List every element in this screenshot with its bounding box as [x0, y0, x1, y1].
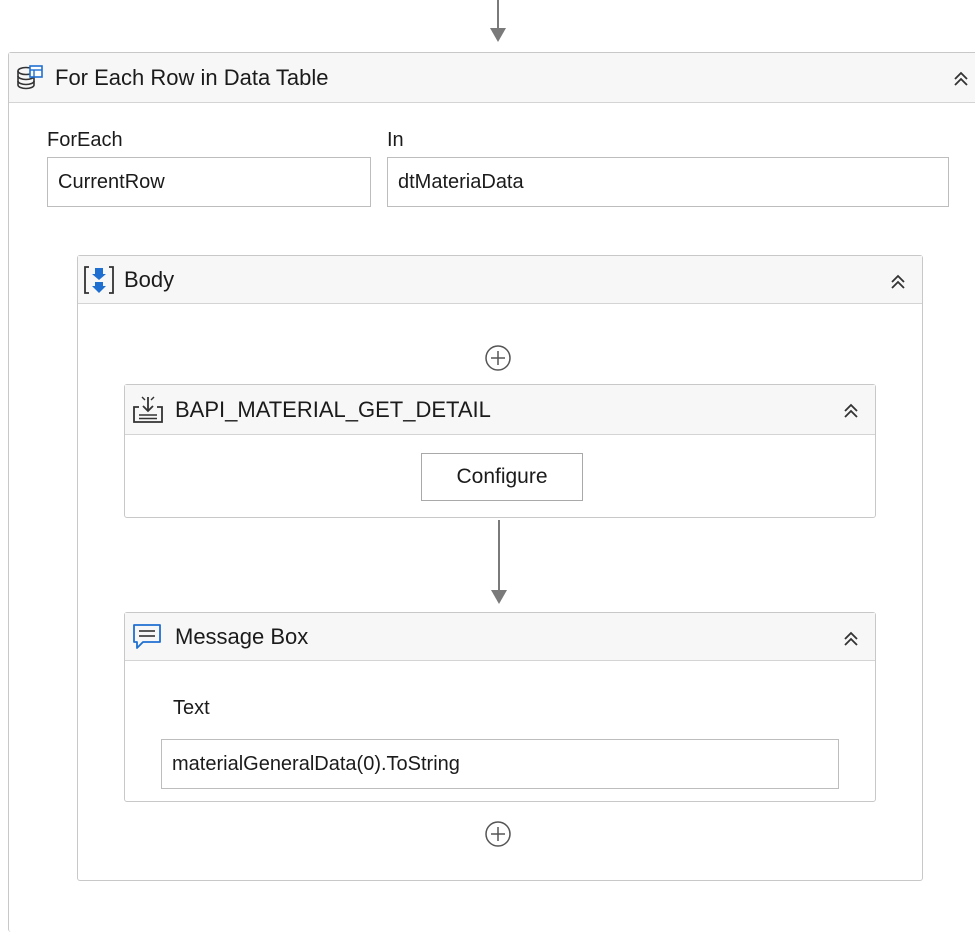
data-table-icon: [17, 64, 43, 89]
sequence-connector-arrow: [491, 590, 507, 604]
incoming-connector-line: [497, 0, 499, 30]
foreach-variable-field[interactable]: CurrentRow: [47, 157, 371, 207]
bapi-header[interactable]: BAPI_MATERIAL_GET_DETAIL: [125, 385, 875, 435]
message-box-header[interactable]: Message Box: [125, 613, 875, 661]
for-each-row-activity[interactable]: For Each Row in Data Table ForEach Curre…: [8, 52, 975, 932]
message-box-activity[interactable]: Message Box Text materialGeneralData(0).…: [124, 612, 876, 802]
collapse-chevron-icon[interactable]: [839, 399, 863, 423]
message-box-icon: [133, 623, 161, 649]
collapse-chevron-icon[interactable]: [839, 627, 863, 651]
collapse-chevron-icon[interactable]: [886, 270, 910, 294]
bapi-title: BAPI_MATERIAL_GET_DETAIL: [175, 396, 491, 422]
foreach-label: ForEach: [47, 129, 123, 151]
message-box-title: Message Box: [175, 623, 309, 649]
add-activity-plus-icon[interactable]: [484, 344, 512, 372]
message-text-field[interactable]: materialGeneralData(0).ToString: [161, 739, 839, 789]
bapi-activity[interactable]: BAPI_MATERIAL_GET_DETAIL Configure: [124, 384, 876, 518]
body-sequence[interactable]: Body BAPI_MATERIAL_GET_DETAIL Configure …: [77, 255, 923, 881]
sequence-connector-line: [498, 520, 500, 592]
add-activity-plus-icon[interactable]: [484, 820, 512, 848]
message-text-label: Text: [173, 697, 210, 719]
configure-button[interactable]: Configure: [421, 453, 583, 501]
collapse-chevron-icon[interactable]: [949, 67, 973, 91]
sap-function-icon: [133, 396, 163, 423]
body-title: Body: [124, 266, 175, 292]
in-datatable-field[interactable]: dtMateriaData: [387, 157, 949, 207]
body-sequence-icon: [84, 265, 114, 294]
for-each-row-title: For Each Row in Data Table: [55, 64, 329, 90]
body-header[interactable]: Body: [78, 256, 922, 304]
incoming-connector-arrow: [490, 28, 506, 42]
for-each-row-header[interactable]: For Each Row in Data Table: [9, 53, 975, 103]
in-label: In: [387, 129, 404, 151]
